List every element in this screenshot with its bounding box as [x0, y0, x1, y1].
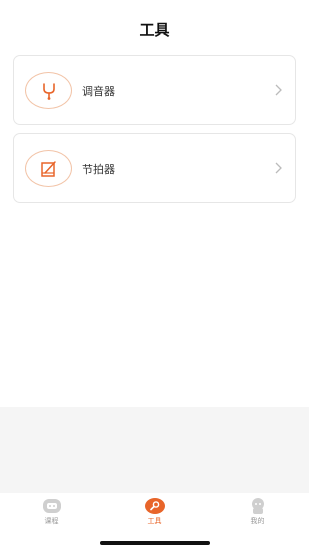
- metronome-label: 节拍器: [82, 163, 115, 176]
- tab-profile-label: 我的: [250, 517, 265, 525]
- course-icon: [42, 499, 61, 513]
- metronome-card[interactable]: 节拍器: [13, 133, 296, 203]
- tools-icon: [144, 498, 165, 514]
- tab-tools-label: 工具: [147, 517, 162, 525]
- empty-area: [0, 407, 309, 493]
- tuning-fork-icon: [25, 72, 72, 109]
- chevron-right-icon: [275, 84, 282, 96]
- home-indicator: [100, 541, 210, 545]
- metronome-icon: [25, 150, 72, 187]
- tuner-card[interactable]: 调音器: [13, 55, 296, 125]
- top-bar: 工具: [0, 0, 309, 50]
- page-title: 工具: [139, 20, 170, 39]
- tab-course-label: 课程: [44, 517, 59, 525]
- chevron-right-icon: [275, 162, 282, 174]
- tab-tools[interactable]: 工具: [103, 493, 206, 530]
- tab-profile[interactable]: 我的: [206, 493, 309, 530]
- profile-icon: [251, 498, 264, 514]
- tab-course[interactable]: 课程: [0, 493, 103, 530]
- tuner-label: 调音器: [82, 85, 115, 98]
- bottom-tab-bar: 课程 工具 我的: [0, 493, 309, 530]
